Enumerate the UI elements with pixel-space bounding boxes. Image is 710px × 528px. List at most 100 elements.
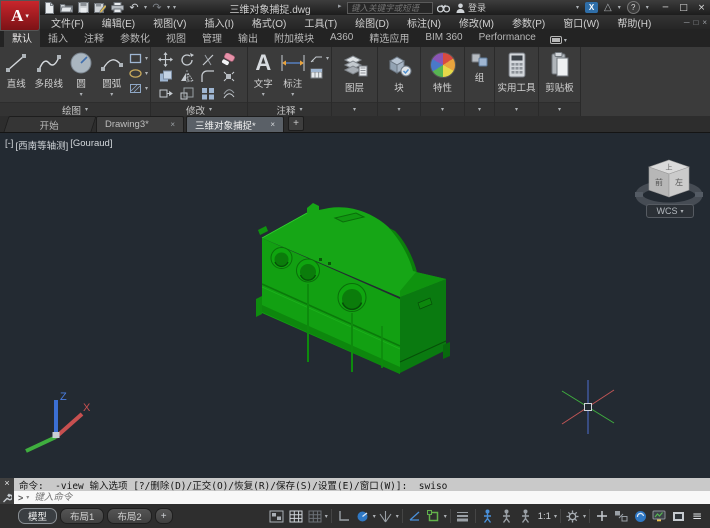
annotation-scale-icon[interactable] bbox=[517, 507, 535, 525]
qat-customize-caret-icon[interactable]: ▾ bbox=[173, 4, 176, 11]
annotation-monitor-icon[interactable] bbox=[593, 507, 611, 525]
tool-ellipse[interactable]: ▾ bbox=[128, 67, 148, 80]
properties-button[interactable]: 特性 bbox=[423, 49, 462, 94]
doc-minimize-button[interactable]: ─ bbox=[684, 18, 690, 27]
command-input[interactable] bbox=[32, 491, 710, 504]
redo-caret-icon[interactable]: ▾ bbox=[167, 4, 170, 11]
panel-draw-label[interactable]: 绘图 ▾ bbox=[0, 102, 150, 117]
ribbon-tab-a360[interactable]: A360 bbox=[322, 29, 361, 47]
menu-window[interactable]: 窗口(W) bbox=[554, 15, 608, 30]
isolate-objects-icon[interactable] bbox=[612, 507, 630, 525]
object-snap-icon[interactable] bbox=[425, 507, 443, 525]
panel-block-label[interactable]: ▾ bbox=[378, 102, 420, 116]
menu-draw[interactable]: 绘图(D) bbox=[346, 15, 398, 30]
ribbon-tab-bim360[interactable]: BIM 360 bbox=[417, 29, 470, 47]
menu-file[interactable]: 文件(F) bbox=[42, 15, 93, 30]
tool-leader[interactable]: ▾ bbox=[309, 52, 329, 65]
title-flyout-icon[interactable]: ▸ bbox=[338, 2, 342, 10]
file-tab-close-icon[interactable]: × bbox=[270, 120, 275, 129]
ortho-mode-icon[interactable] bbox=[335, 507, 353, 525]
save-icon[interactable] bbox=[76, 2, 90, 14]
menu-insert[interactable]: 插入(I) bbox=[195, 15, 242, 30]
osnap-caret-icon[interactable]: ▾ bbox=[444, 513, 447, 520]
panel-annotation-label[interactable]: 注释 ▾ bbox=[248, 102, 331, 117]
redo-icon[interactable]: ↷ bbox=[150, 1, 164, 14]
application-menu-button[interactable]: A ▾ bbox=[0, 0, 40, 31]
viewport-controls-menu[interactable]: [-] bbox=[4, 138, 14, 152]
tool-line[interactable]: 直线 bbox=[2, 49, 31, 90]
help-search-box[interactable] bbox=[347, 2, 433, 14]
isodraft-caret-icon[interactable]: ▾ bbox=[396, 513, 399, 520]
ribbon-tab-view[interactable]: 视图 bbox=[158, 29, 194, 47]
help-icon[interactable]: ? bbox=[626, 1, 640, 14]
workspace-gear-icon[interactable] bbox=[564, 507, 582, 525]
osnap-tracking-icon[interactable] bbox=[406, 507, 424, 525]
move-icon[interactable] bbox=[155, 51, 176, 68]
ribbon-tab-featured-apps[interactable]: 精选应用 bbox=[361, 29, 417, 47]
menu-parametric[interactable]: 参数(P) bbox=[503, 15, 554, 30]
explode-icon[interactable] bbox=[218, 68, 239, 85]
command-input-row[interactable]: > ▾ bbox=[14, 491, 710, 504]
menu-modify[interactable]: 修改(M) bbox=[450, 15, 503, 30]
panel-clipboard-label[interactable]: ▾ bbox=[539, 102, 580, 116]
group-button[interactable]: 组 bbox=[467, 49, 492, 84]
grid-display-icon[interactable] bbox=[287, 507, 305, 525]
open-file-icon[interactable] bbox=[59, 2, 73, 14]
clipboard-button[interactable]: 剪贴板 bbox=[541, 49, 578, 94]
layout-tab-layout1[interactable]: 布局1 bbox=[60, 508, 105, 524]
help-caret-icon[interactable]: ▾ bbox=[646, 4, 649, 11]
menu-view[interactable]: 视图(V) bbox=[144, 15, 195, 30]
panel-properties-label[interactable]: ▾ bbox=[421, 102, 464, 116]
doc-restore-button[interactable]: □ bbox=[693, 18, 698, 27]
customization-menu-icon[interactable]: ≡ bbox=[688, 507, 706, 525]
tool-table[interactable] bbox=[309, 67, 329, 80]
new-layout-button[interactable]: + bbox=[154, 508, 173, 524]
polar-caret-icon[interactable]: ▾ bbox=[373, 513, 376, 520]
new-file-icon[interactable] bbox=[42, 1, 56, 14]
menu-format[interactable]: 格式(O) bbox=[243, 15, 295, 30]
layout-tab-model[interactable]: 模型 bbox=[18, 508, 58, 524]
ribbon-tab-annotate[interactable]: 注释 bbox=[76, 29, 112, 47]
a360-connect-icon[interactable]: △ bbox=[604, 2, 612, 13]
recent-commands-caret-icon[interactable]: ▾ bbox=[26, 494, 29, 501]
ribbon-tab-manage[interactable]: 管理 bbox=[194, 29, 230, 47]
menu-dimension[interactable]: 标注(N) bbox=[398, 15, 450, 30]
viewport-view-menu[interactable]: [西南等轴测] bbox=[14, 138, 69, 152]
command-history-line[interactable]: 命令: _-view 输入选项 [?/删除(D)/正交(O)/恢复(R)/保存(… bbox=[14, 478, 710, 491]
ribbon-display-toggle[interactable]: ▾ bbox=[549, 36, 567, 47]
scale-icon[interactable] bbox=[176, 85, 197, 102]
mirror-icon[interactable] bbox=[176, 68, 197, 85]
menu-edit[interactable]: 编辑(E) bbox=[93, 15, 144, 30]
performance-monitor-icon[interactable] bbox=[650, 507, 668, 525]
offset-icon[interactable] bbox=[218, 85, 239, 102]
workspace-caret-icon[interactable]: ▾ bbox=[583, 513, 586, 520]
scale-caret-icon[interactable]: ▾ bbox=[554, 513, 557, 520]
stretch-icon[interactable] bbox=[155, 85, 176, 102]
utilities-button[interactable]: 实用工具 bbox=[497, 49, 536, 94]
layout-tab-layout2[interactable]: 布局2 bbox=[107, 508, 152, 524]
ribbon-tab-performance[interactable]: Performance bbox=[471, 29, 544, 47]
undo-icon[interactable]: ↶ bbox=[127, 1, 141, 14]
panel-modify-label[interactable]: 修改 ▾ bbox=[151, 102, 247, 117]
autoscale-icon[interactable] bbox=[498, 507, 516, 525]
panel-group-label[interactable]: ▾ bbox=[465, 102, 494, 116]
command-close-icon[interactable]: × bbox=[4, 479, 9, 488]
snap-caret-icon[interactable]: ▾ bbox=[325, 513, 328, 520]
panel-utilities-label[interactable]: ▾ bbox=[495, 102, 538, 116]
ribbon-tab-addins[interactable]: 附加模块 bbox=[266, 29, 322, 47]
ucs-icon[interactable]: Z X bbox=[18, 388, 94, 454]
tool-hatch[interactable]: ▾ bbox=[128, 82, 148, 95]
insert-block-button[interactable]: 块 bbox=[380, 49, 418, 94]
new-drawing-tab-button[interactable]: + bbox=[288, 116, 304, 131]
annotation-visibility-icon[interactable] bbox=[479, 507, 497, 525]
layer-properties-button[interactable]: 图层 bbox=[334, 49, 375, 94]
exchange-apps-icon[interactable]: X bbox=[585, 2, 599, 13]
rotate-icon[interactable] bbox=[176, 51, 197, 68]
search-binoculars-icon[interactable] bbox=[436, 2, 450, 14]
tool-rectangle[interactable]: ▾ bbox=[128, 52, 148, 65]
viewcube-front-face[interactable]: 前 bbox=[655, 177, 663, 187]
menu-help[interactable]: 帮助(H) bbox=[608, 15, 660, 30]
tool-dimension[interactable]: 标注 ▾ bbox=[279, 49, 307, 98]
close-button[interactable]: × bbox=[695, 2, 708, 13]
ribbon-tab-parametric[interactable]: 参数化 bbox=[112, 29, 158, 47]
